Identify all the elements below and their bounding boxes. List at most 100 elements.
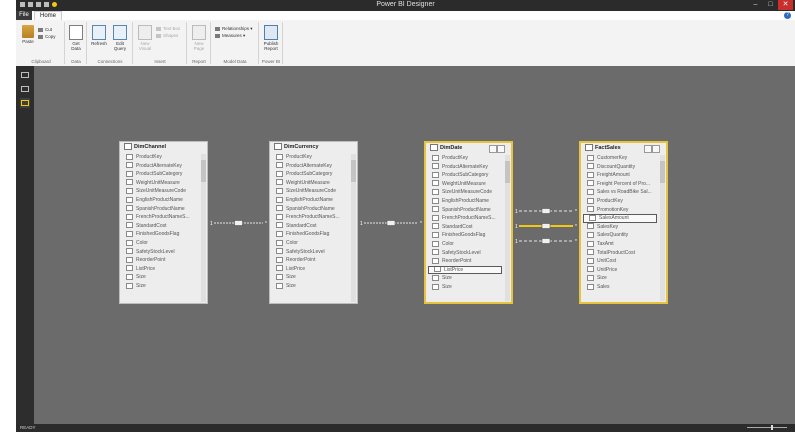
column-item[interactable]: EnglishProductName (120, 196, 200, 205)
column-item[interactable]: ProductKey (120, 153, 200, 162)
column-item[interactable]: Size (270, 282, 350, 291)
column-item[interactable]: SpanishProductName (426, 206, 504, 215)
column-item[interactable]: SafetyStockLevel (270, 248, 350, 257)
column-item[interactable]: WeightUnitMeasure (120, 179, 200, 188)
column-item[interactable]: Sales (581, 283, 659, 292)
column-item[interactable]: SpanishProductName (270, 205, 350, 214)
column-item[interactable]: SafetyStockLevel (426, 249, 504, 258)
zoom-slider[interactable] (747, 425, 787, 430)
column-item[interactable]: ListPrice (120, 265, 200, 274)
column-item[interactable]: ProductKey (581, 197, 659, 206)
minimize-button[interactable]: – (748, 0, 763, 10)
table-restore-icon[interactable] (644, 145, 652, 153)
cut-button[interactable]: Cut (38, 27, 52, 33)
table-scrollbar[interactable] (505, 155, 510, 301)
column-item[interactable]: ReorderPoint (270, 256, 350, 265)
column-item[interactable]: Color (270, 239, 350, 248)
new-visual-button[interactable]: New Visual (136, 25, 154, 51)
relationship-line[interactable]: 1 * (515, 223, 577, 231)
table-maximize-icon[interactable] (652, 145, 660, 153)
column-item[interactable]: WeightUnitMeasure (270, 179, 350, 188)
column-item[interactable]: ProductKey (426, 154, 504, 163)
column-item[interactable]: CustomerKey (581, 154, 659, 163)
report-view-button[interactable] (20, 70, 30, 80)
column-item[interactable]: SalesKey (581, 223, 659, 232)
measures-button[interactable]: Measures ▾ (215, 33, 245, 39)
column-item[interactable]: UnitCost (581, 257, 659, 266)
table-header[interactable]: DimCurrency (270, 142, 357, 152)
column-item[interactable]: TaxAmt (581, 240, 659, 249)
column-item[interactable]: FinishedGoodsFlag (120, 230, 200, 239)
column-item[interactable]: Sales vs RoadBike Sal... (581, 188, 659, 197)
column-item[interactable]: SalesQuantity (581, 231, 659, 240)
column-item[interactable]: Freight Percent of Pro... (581, 180, 659, 189)
relationship-line[interactable]: 1 * (360, 220, 422, 228)
table-card[interactable]: DimChannel ProductKey ProductAlternateKey P… (119, 141, 208, 304)
table-scrollbar[interactable] (660, 155, 665, 301)
column-item[interactable]: ProductAlternateKey (426, 163, 504, 172)
column-item[interactable]: SpanishProductName (120, 205, 200, 214)
column-item[interactable]: SizeUnitMeasureCode (426, 188, 504, 197)
table-card[interactable]: DimDate ProductKey ProductAlternateKey Prod… (424, 141, 513, 304)
column-item[interactable]: WeightUnitMeasure (426, 180, 504, 189)
copy-button[interactable]: Copy (38, 34, 56, 40)
table-header[interactable]: FactSales (581, 143, 666, 153)
column-item[interactable]: PromotionKey (581, 206, 659, 215)
column-item[interactable]: FinishedGoodsFlag (426, 231, 504, 240)
column-item[interactable]: StandardCost (426, 223, 504, 232)
relationships-view-button[interactable] (20, 98, 30, 108)
column-item[interactable]: FrenchProductNameS... (120, 213, 200, 222)
edit-query-button[interactable]: Edit Query (110, 25, 130, 51)
column-item[interactable]: SalesAmount (583, 214, 657, 223)
column-item[interactable]: Color (120, 239, 200, 248)
column-item[interactable]: Size (581, 274, 659, 283)
relationships-button[interactable]: Relationships ▾ (215, 26, 253, 32)
shapes-button[interactable]: Shapes (156, 33, 178, 39)
column-item[interactable]: DiscountQuantity (581, 163, 659, 172)
column-item[interactable]: ListPrice (428, 265, 502, 275)
relationship-line[interactable]: 1 * (210, 220, 267, 228)
table-scrollbar[interactable] (201, 154, 206, 302)
paste-button[interactable]: Paste (21, 25, 35, 44)
tab-file[interactable]: File (16, 11, 32, 20)
column-item[interactable]: ReorderPoint (426, 257, 504, 266)
column-item[interactable]: ListPrice (270, 265, 350, 274)
column-item[interactable]: SizeUnitMeasureCode (270, 187, 350, 196)
publish-report-button[interactable]: Publish Report (262, 25, 280, 51)
column-item[interactable]: ProductAlternateKey (270, 162, 350, 171)
column-item[interactable]: FrenchProductNameS... (426, 214, 504, 223)
close-button[interactable]: ✕ (778, 0, 793, 10)
text-box-button[interactable]: Text Box (156, 26, 180, 32)
column-item[interactable]: Size (120, 282, 200, 291)
table-card[interactable]: FactSales CustomerKey DiscountQuantity Frei… (579, 141, 668, 304)
table-scrollbar[interactable] (351, 154, 356, 302)
table-card[interactable]: DimCurrency ProductKey ProductAlternateKey… (269, 141, 358, 304)
new-page-button[interactable]: New Page (190, 25, 208, 51)
relationship-canvas[interactable]: 1 * 1 * 1 * 1 * 1 * DimChannel ProductKey ProductAl… (34, 66, 795, 424)
table-maximize-icon[interactable] (497, 145, 505, 153)
relationship-line[interactable]: 1 * (515, 238, 577, 246)
column-item[interactable]: FinishedGoodsFlag (270, 230, 350, 239)
column-item[interactable]: Size (426, 274, 504, 283)
column-item[interactable]: ProductSubCategory (426, 171, 504, 180)
column-item[interactable]: EnglishProductName (426, 197, 504, 206)
column-item[interactable]: EnglishProductName (270, 196, 350, 205)
relationship-line[interactable]: 1 * (515, 208, 577, 216)
column-item[interactable]: TotalProductCost (581, 249, 659, 258)
data-view-button[interactable] (20, 84, 30, 94)
column-item[interactable]: UnitPrice (581, 266, 659, 275)
table-restore-icon[interactable] (489, 145, 497, 153)
scrollbar-thumb[interactable] (660, 161, 665, 183)
column-item[interactable]: Size (270, 273, 350, 282)
column-item[interactable]: FrenchProductNameS... (270, 213, 350, 222)
column-item[interactable]: SafetyStockLevel (120, 248, 200, 257)
get-data-button[interactable]: Get Data (68, 25, 84, 51)
column-item[interactable]: ProductSubCategory (270, 170, 350, 179)
column-item[interactable]: ProductKey (270, 153, 350, 162)
scrollbar-thumb[interactable] (201, 160, 206, 182)
column-item[interactable]: Color (426, 240, 504, 249)
table-header[interactable]: DimDate (426, 143, 511, 153)
maximize-button[interactable]: □ (763, 0, 778, 10)
column-item[interactable]: StandardCost (270, 222, 350, 231)
column-item[interactable]: Size (120, 273, 200, 282)
